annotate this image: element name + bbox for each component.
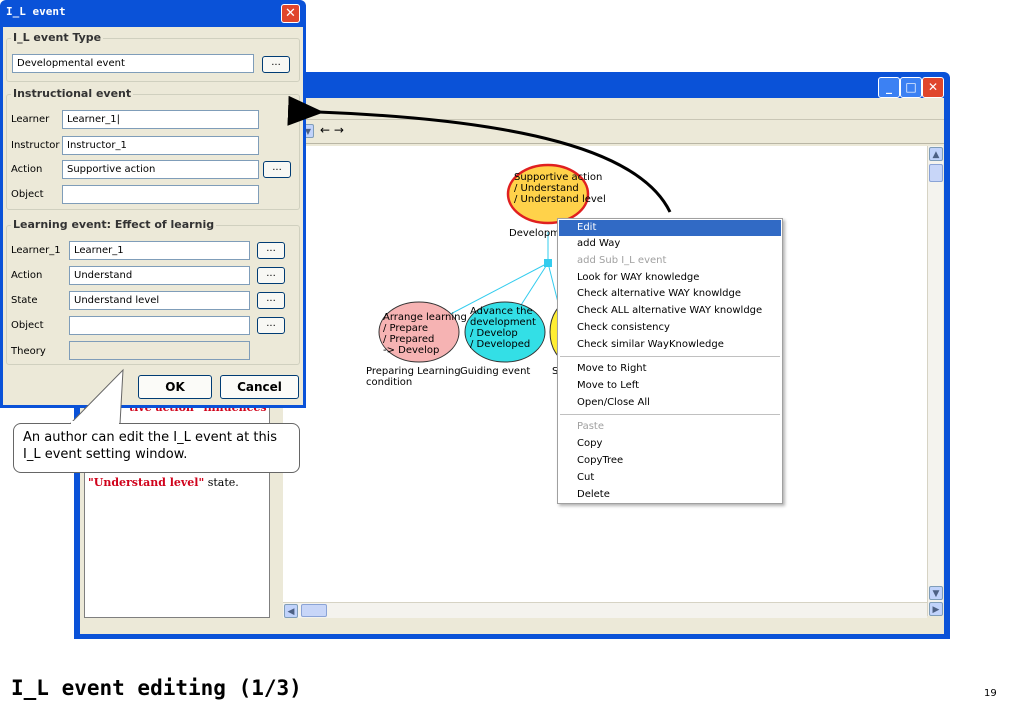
page-number: 19 [984,688,997,699]
callout-tail-joint [71,421,119,425]
callout-tail-cover [71,421,119,425]
slide-title: I_L event editing (1/3) [11,676,302,700]
